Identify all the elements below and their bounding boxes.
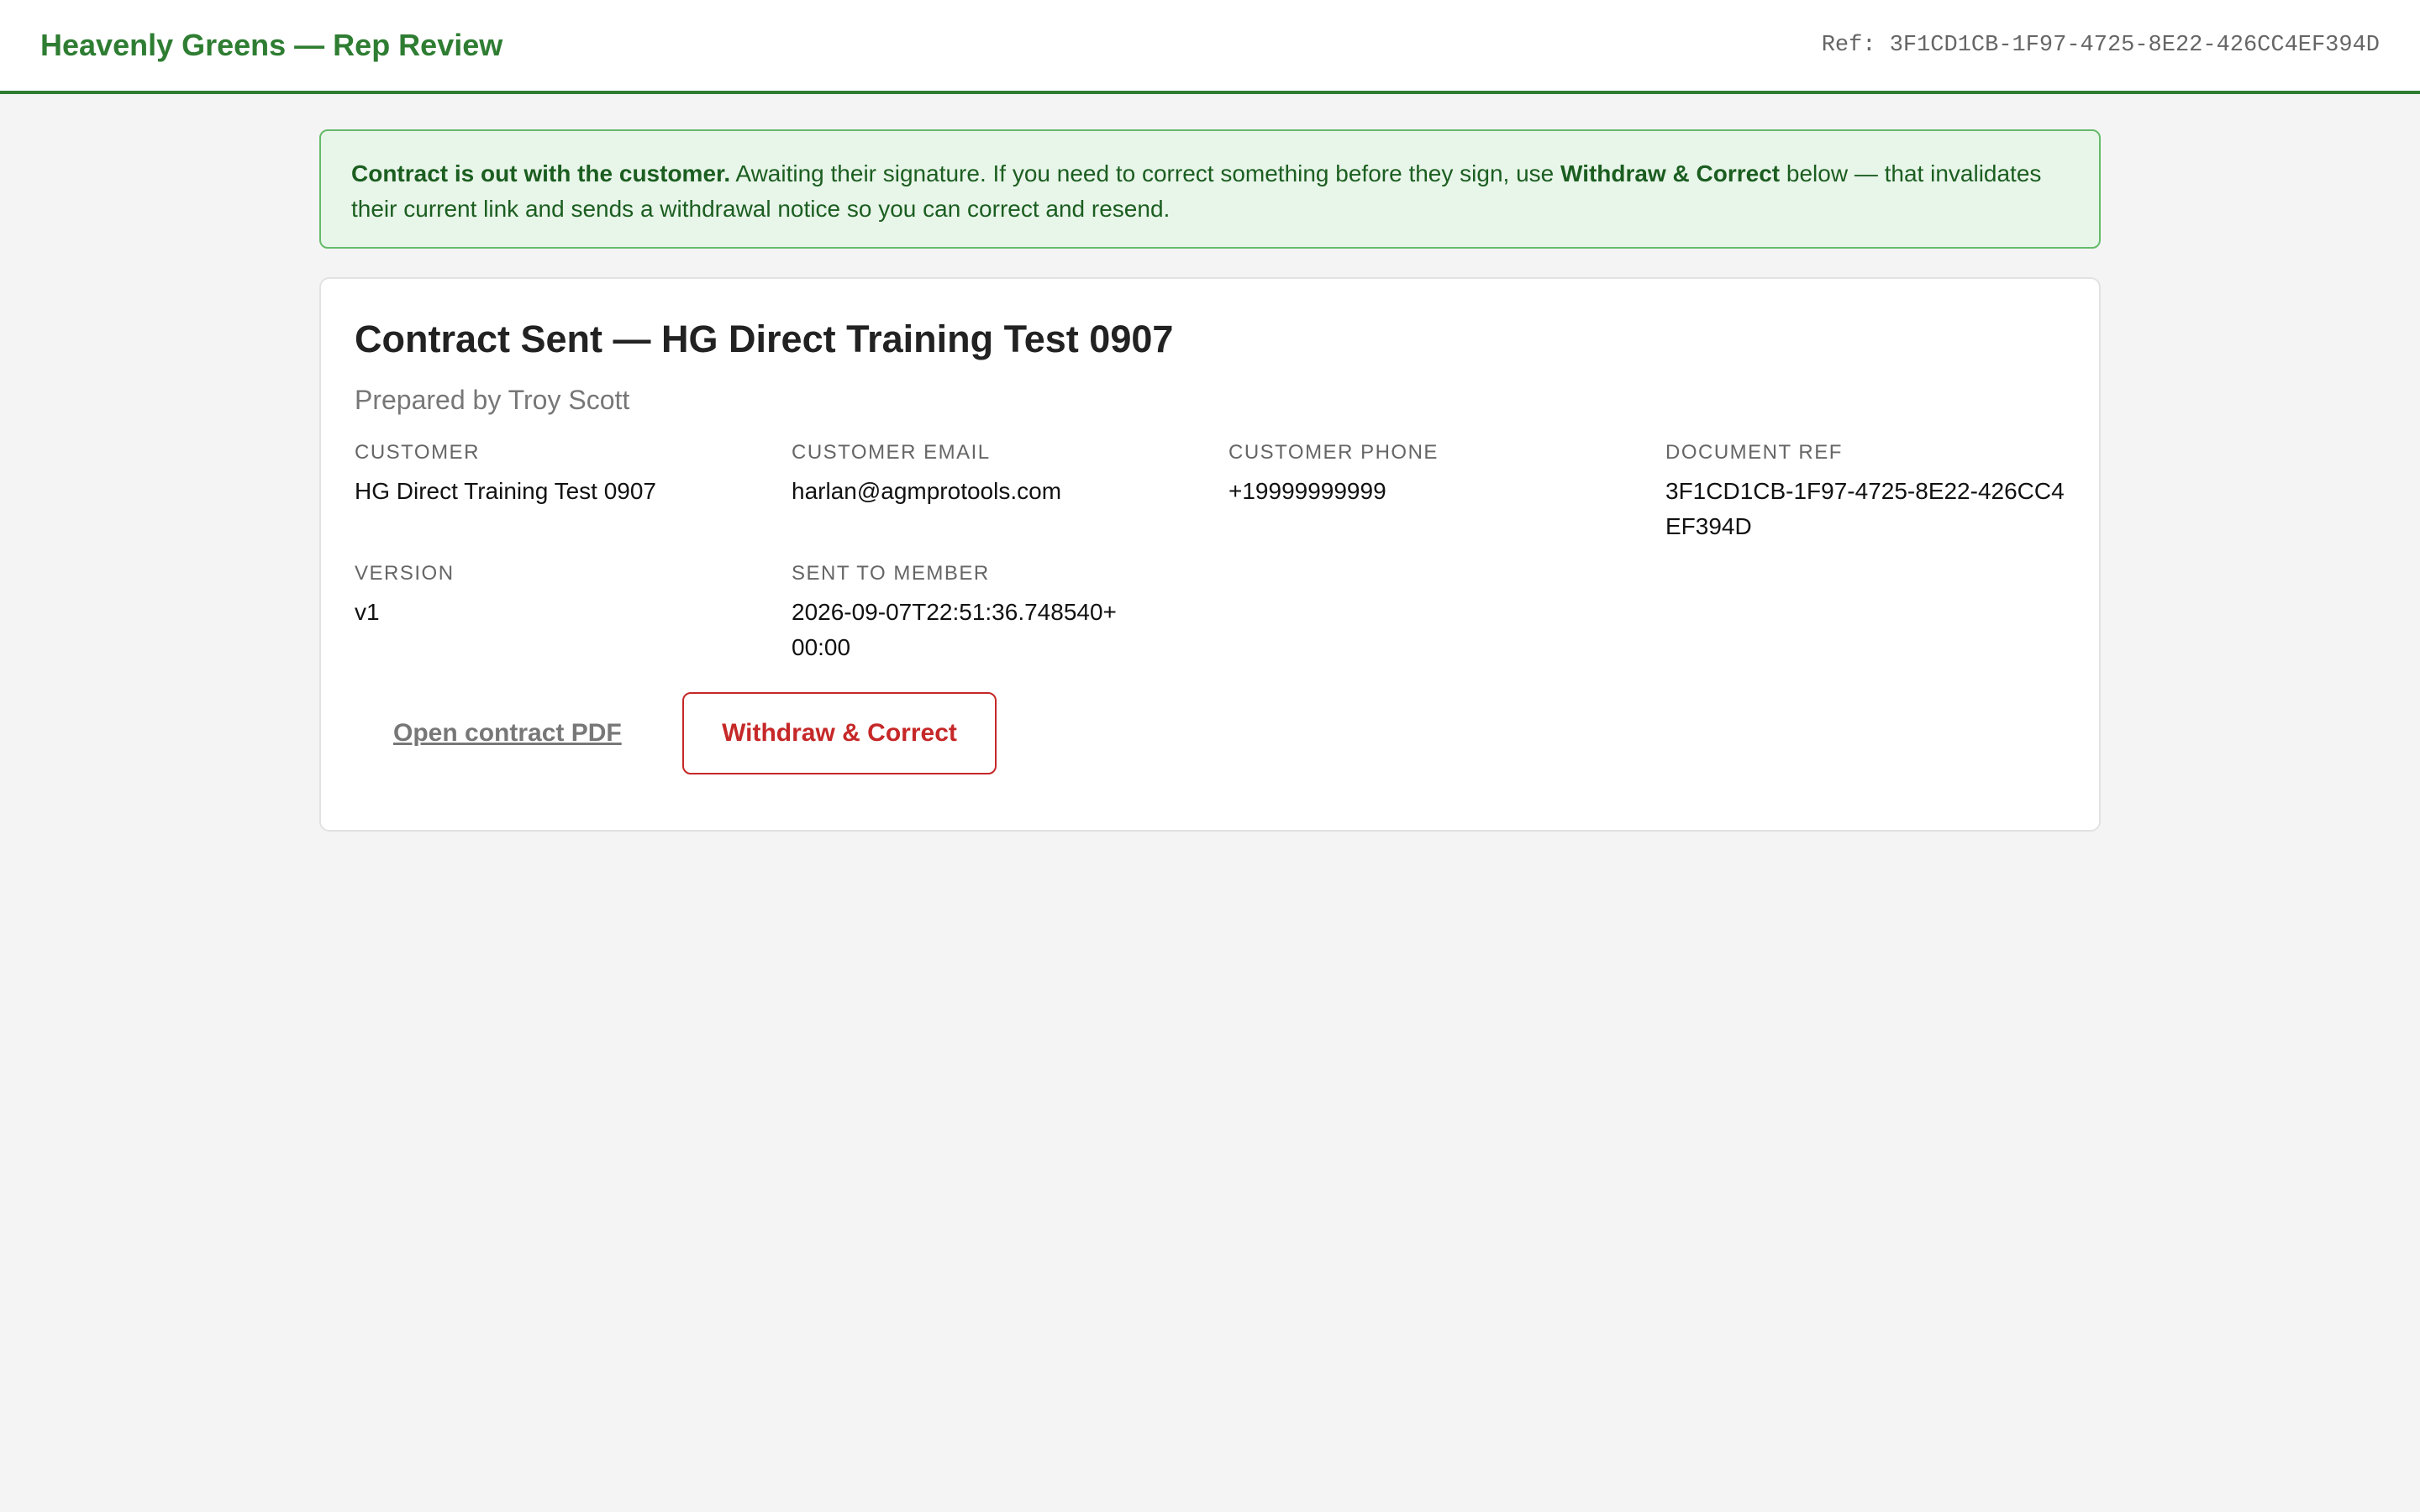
field-sent-to-member: SENT TO MEMBER 2026-09-07T22:51:36.74854… — [792, 559, 1128, 665]
field-label: CUSTOMER — [355, 441, 480, 464]
open-contract-pdf-link[interactable]: Open contract PDF — [393, 716, 622, 751]
reference-id: Ref: 3F1CD1CB-1F97-4725-8E22-426CC4EF394… — [1821, 33, 2380, 58]
field-label: CUSTOMER EMAIL — [792, 441, 991, 464]
field-customer-email: CUSTOMER EMAIL harlan@agmprotools.com — [792, 438, 1195, 509]
contract-card: Contract Sent — HG Direct Training Test … — [319, 277, 2101, 832]
app-title: Heavenly Greens — Rep Review — [40, 28, 503, 62]
field-label: SENT TO MEMBER — [792, 562, 990, 585]
field-label: VERSION — [355, 562, 455, 585]
status-notice-banner: Contract is out with the customer. Await… — [319, 129, 2101, 249]
withdraw-and-correct-button[interactable]: Withdraw & Correct — [682, 692, 997, 774]
notice-text-1: Awaiting their signature. If you need to… — [730, 160, 1561, 186]
prepared-by: Prepared by Troy Scott — [355, 385, 630, 415]
top-bar: Heavenly Greens — Rep Review Ref: 3F1CD1… — [0, 0, 2420, 94]
field-value: v1 — [355, 599, 380, 625]
field-value: harlan@agmprotools.com — [792, 478, 1062, 504]
notice-action-name: Withdraw & Correct — [1560, 160, 1781, 186]
field-version: VERSION v1 — [355, 559, 758, 630]
field-label: CUSTOMER PHONE — [1228, 441, 1439, 464]
contract-title: Contract Sent — HG Direct Training Test … — [355, 318, 1174, 360]
field-value: 3F1CD1CB-1F97-4725-8E22-426CC4EF394D — [1665, 478, 2065, 539]
field-customer-phone: CUSTOMER PHONE +19999999999 — [1228, 438, 1632, 509]
field-value: +19999999999 — [1228, 478, 1386, 504]
notice-lead: Contract is out with the customer. — [351, 160, 731, 186]
field-value: 2026-09-07T22:51:36.748540+00:00 — [792, 599, 1117, 660]
field-value: HG Direct Training Test 0907 — [355, 478, 656, 504]
field-label: DOCUMENT REF — [1665, 441, 1843, 464]
field-document-ref: DOCUMENT REF 3F1CD1CB-1F97-4725-8E22-426… — [1665, 438, 2069, 544]
field-customer: CUSTOMER HG Direct Training Test 0907 — [355, 438, 758, 509]
